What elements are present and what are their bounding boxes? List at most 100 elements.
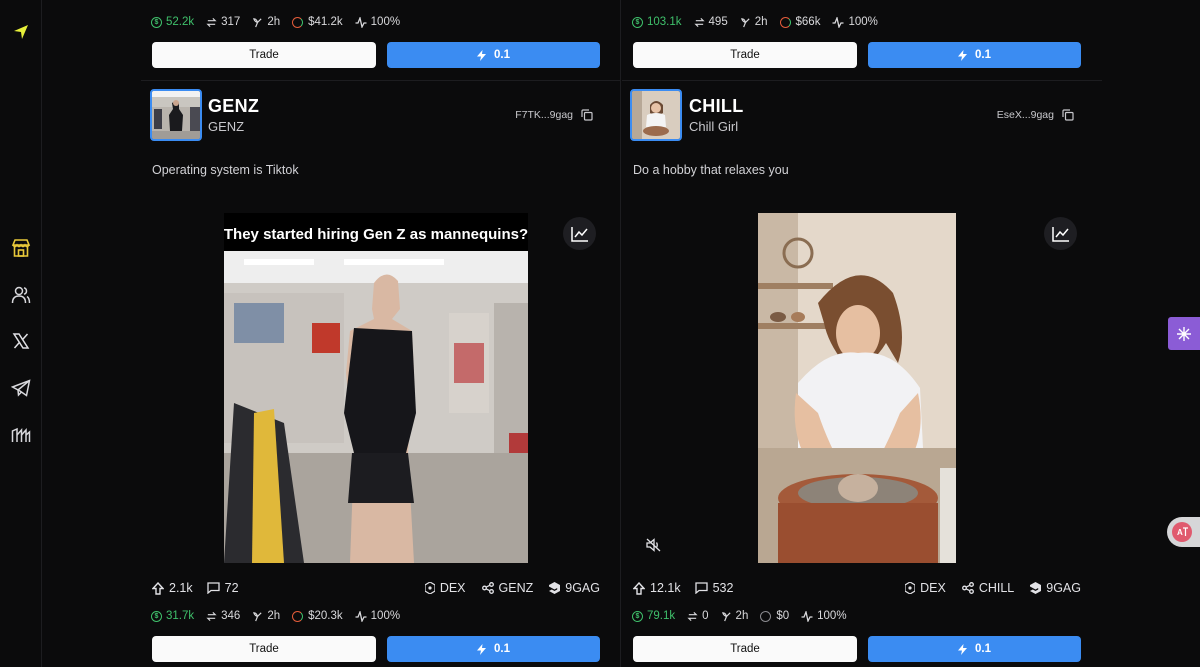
- sidebar: [0, 0, 42, 667]
- post-media[interactable]: [758, 213, 956, 563]
- trades-stat: 317: [206, 16, 240, 28]
- pct-stat: 100%: [355, 610, 400, 622]
- dollar-coin-icon: $: [632, 16, 643, 28]
- lightning-icon: [958, 49, 967, 61]
- share-icon: [961, 582, 974, 594]
- share-link[interactable]: CHILL: [961, 581, 1014, 595]
- token-address[interactable]: F7TK...9gag: [515, 109, 593, 121]
- dex-icon: [424, 582, 435, 594]
- age-stat: 2h: [252, 16, 280, 28]
- quick-buy-button[interactable]: 0.1: [387, 636, 600, 662]
- token-name: Chill Girl: [689, 119, 739, 134]
- lightning-icon: [477, 643, 486, 655]
- trade-button[interactable]: Trade: [633, 636, 857, 662]
- stats-row: $103.1k 495 2h $66k 100%: [632, 14, 890, 30]
- line-chart-icon: [1051, 226, 1069, 242]
- quick-buy-button[interactable]: 0.1: [868, 636, 1081, 662]
- comments-button[interactable]: 532: [694, 581, 733, 595]
- meteora-icon[interactable]: [11, 425, 31, 445]
- token-name: GENZ: [208, 119, 245, 134]
- mute-button[interactable]: [643, 535, 663, 555]
- pct-stat: 100%: [355, 16, 400, 28]
- stats-row: $79.1k 0 2h $0 100%: [632, 608, 859, 624]
- swap-icon: [687, 611, 698, 621]
- comment-icon: [694, 582, 708, 594]
- lightning-icon: [477, 49, 486, 61]
- store-icon[interactable]: [11, 238, 31, 258]
- comments-button[interactable]: 72: [206, 581, 239, 595]
- volume-mute-icon: [645, 538, 660, 552]
- svg-text:A: A: [1177, 528, 1183, 537]
- trades-stat: 346: [206, 610, 240, 622]
- sprout-icon: [740, 17, 750, 27]
- telegram-icon[interactable]: [11, 378, 31, 398]
- post-description: Operating system is Tiktok: [152, 163, 299, 177]
- share-icon: [481, 582, 494, 594]
- source-link[interactable]: 9GAG: [549, 581, 600, 595]
- lightning-icon: [958, 643, 967, 655]
- comment-icon: [206, 582, 220, 594]
- copy-icon[interactable]: [1062, 109, 1074, 121]
- arrow-up-icon: [152, 581, 164, 595]
- quick-buy-button[interactable]: 0.1: [868, 42, 1081, 68]
- market-cap-stat: $103.1k: [632, 16, 682, 28]
- market-cap-stat: $79.1k: [632, 610, 675, 622]
- volume-stat: $66k: [779, 16, 820, 28]
- row-divider: [622, 80, 1102, 81]
- line-chart-icon: [570, 226, 588, 242]
- age-stat: 2h: [721, 610, 748, 622]
- users-icon[interactable]: [11, 285, 31, 305]
- token-address[interactable]: EseX...9gag: [997, 109, 1074, 121]
- activity-icon: [801, 610, 813, 622]
- translate-icon: A: [1172, 522, 1192, 542]
- upvote-button[interactable]: 12.1k: [633, 581, 681, 595]
- navigation-arrow-icon[interactable]: [11, 22, 31, 42]
- pct-stat: 100%: [832, 16, 878, 28]
- trade-button[interactable]: Trade: [633, 42, 857, 68]
- copy-icon[interactable]: [581, 109, 593, 121]
- volume-stat: $20.3k: [292, 610, 343, 622]
- sparkle-icon: [1177, 326, 1191, 341]
- trades-stat: 495: [693, 16, 728, 28]
- trade-button[interactable]: Trade: [152, 42, 376, 68]
- chart-button[interactable]: [563, 217, 596, 250]
- swap-icon: [206, 17, 217, 27]
- token-avatar[interactable]: [630, 89, 682, 141]
- 9gag-icon: [549, 582, 561, 594]
- x-logo-icon[interactable]: [11, 331, 31, 351]
- feed-column-right: $103.1k 495 2h $66k 100% Trade 0.1 CHILL…: [622, 0, 1102, 667]
- sparkle-widget-button[interactable]: [1168, 317, 1200, 350]
- share-link[interactable]: GENZ: [481, 581, 533, 595]
- post-media[interactable]: They started hiring Gen Z as mannequins?: [224, 213, 528, 563]
- ring-icon: [779, 16, 791, 28]
- swap-icon: [206, 611, 217, 621]
- chart-button[interactable]: [1044, 217, 1077, 250]
- source-link[interactable]: 9GAG: [1030, 581, 1081, 595]
- sprout-icon: [721, 611, 731, 621]
- ring-icon: [760, 610, 772, 622]
- activity-icon: [355, 610, 367, 622]
- ring-icon: [292, 610, 304, 622]
- stats-row: $52.2k 317 2h $41.2k 100%: [151, 14, 412, 30]
- stats-row: $31.7k 346 2h $20.3k 100%: [151, 608, 412, 624]
- swap-icon: [693, 17, 705, 27]
- quick-buy-button[interactable]: 0.1: [387, 42, 600, 68]
- volume-stat: $0: [760, 610, 789, 622]
- row-divider: [141, 80, 621, 81]
- translate-widget-button[interactable]: A: [1167, 517, 1200, 547]
- activity-icon: [832, 16, 844, 28]
- post-description: Do a hobby that relaxes you: [633, 163, 789, 177]
- dollar-coin-icon: $: [632, 610, 643, 622]
- activity-icon: [355, 16, 367, 28]
- sprout-icon: [253, 611, 262, 621]
- arrow-up-icon: [633, 581, 645, 595]
- token-avatar[interactable]: [150, 89, 202, 141]
- action-buttons: Trade 0.1: [633, 42, 1081, 68]
- upvote-button[interactable]: 2.1k: [152, 581, 193, 595]
- dex-link[interactable]: DEX: [905, 581, 946, 595]
- trade-button[interactable]: Trade: [152, 636, 376, 662]
- dex-link[interactable]: DEX: [424, 581, 466, 595]
- post-actions: 2.1k 72 DEX GENZ 9GAG: [152, 579, 600, 597]
- dollar-coin-icon: $: [151, 610, 162, 622]
- action-buttons: Trade 0.1: [152, 636, 600, 662]
